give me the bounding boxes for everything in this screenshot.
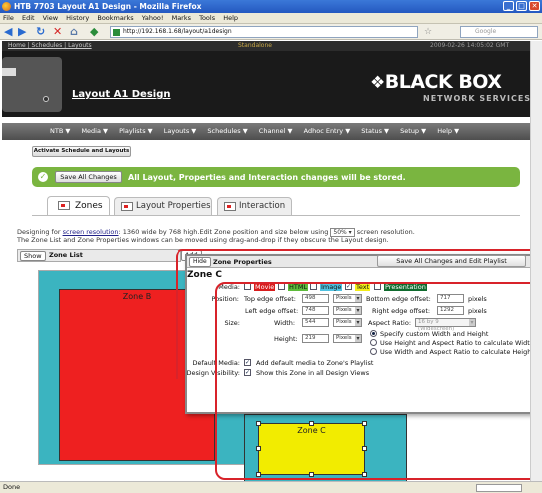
site-icon: ◆ (90, 25, 99, 38)
nav-help[interactable]: Help ▼ (437, 127, 459, 135)
window-titlebar: HTB 7703 Layout A1 Design - Mozilla Fire… (0, 0, 542, 13)
nav-schedules[interactable]: Schedules ▼ (207, 127, 247, 135)
logo-text: BLACK BOX (384, 71, 502, 93)
highlight-outline-main (215, 282, 541, 480)
show-button[interactable]: Show (20, 251, 46, 261)
favicon-icon (113, 29, 120, 36)
design-text-post: screen resolution. (354, 228, 415, 236)
tab-zones-label: Zones (75, 201, 103, 211)
home-icon[interactable]: ⌂ (70, 26, 78, 38)
window-title: HTB 7703 Layout A1 Design - Mozilla Fire… (14, 2, 202, 11)
tab-interaction-label: Interaction (239, 201, 286, 211)
menu-view[interactable]: View (43, 14, 58, 22)
menu-history[interactable]: History (66, 14, 89, 22)
brand-logo: ❖BLACK BOX (370, 71, 502, 93)
nav-status[interactable]: Status ▼ (361, 127, 389, 135)
forward-icon[interactable]: ▶ (18, 26, 26, 38)
reload-icon[interactable]: ↻ (36, 26, 45, 38)
nav-setup[interactable]: Setup ▼ (400, 127, 426, 135)
menu-bar: File Edit View History Bookmarks Yahoo! … (0, 13, 542, 24)
mode-label: Standalone (238, 42, 272, 49)
firefox-icon (2, 2, 11, 11)
close-button[interactable]: ✕ (529, 1, 540, 11)
resolution-link[interactable]: screen resolution (63, 228, 119, 236)
menu-marks[interactable]: Marks (172, 14, 191, 22)
menu-file[interactable]: File (3, 14, 14, 22)
stop-icon[interactable]: ✕ (53, 26, 62, 38)
main-nav: NTB ▼ Media ▼ Playlists ▼ Layouts ▼ Sche… (2, 123, 540, 140)
tab-layout-properties-label: Layout Properties (136, 201, 211, 211)
zone-list-panel[interactable]: Show Zone List (17, 249, 181, 262)
site-topline: Home | Schedules | Layouts Standalone 20… (2, 41, 540, 51)
design-text-pre: Designing for (17, 228, 63, 236)
search-input[interactable]: Google (460, 26, 538, 38)
timestamp: 2009-02-26 14:05:02 GMT (430, 42, 510, 49)
design-text-mid: : 1360 wide by 768 high.Edit Zone positi… (118, 228, 331, 236)
activate-button[interactable]: Activate Schedule and Layouts (32, 146, 131, 157)
device-graphic (2, 57, 62, 112)
menu-edit[interactable]: Edit (22, 14, 35, 22)
search-placeholder: Google (475, 28, 497, 35)
navigation-toolbar: ◀ ▶ ↻ ✕ ⌂ ◆ http://192.168.1.68/layout/a… (0, 24, 542, 40)
page-title[interactable]: Layout A1 Design (72, 89, 171, 100)
save-all-button[interactable]: Save All Changes (55, 171, 122, 183)
device-notch (2, 68, 16, 76)
scale-value: 50% (333, 229, 347, 236)
tab-interaction[interactable]: Interaction (217, 197, 292, 215)
nav-channel[interactable]: Channel ▼ (259, 127, 293, 135)
banner-message: All Layout, Properties and Interaction c… (128, 173, 406, 182)
address-bar[interactable]: http://192.168.1.68/layout/a1design (110, 26, 418, 38)
page-scrollbar[interactable] (530, 41, 542, 481)
logo-subtitle: NETWORK SERVICES (423, 94, 532, 103)
nav-ntb[interactable]: NTB ▼ (50, 127, 70, 135)
interaction-icon (224, 202, 236, 211)
nav-layouts[interactable]: Layouts ▼ (164, 127, 197, 135)
menu-tools[interactable]: Tools (199, 14, 215, 22)
menu-help[interactable]: Help (223, 14, 238, 22)
bookmark-star-icon[interactable]: ☆ (424, 26, 432, 38)
menu-yahoo[interactable]: Yahoo! (142, 14, 164, 22)
breadcrumb[interactable]: Home | Schedules | Layouts (8, 41, 92, 51)
zones-icon (58, 201, 70, 210)
back-icon[interactable]: ◀ (4, 26, 12, 38)
minimize-button[interactable]: _ (503, 1, 514, 11)
url-text: http://192.168.1.68/layout/a1design (123, 28, 232, 35)
maximize-button[interactable]: □ (516, 1, 527, 11)
tab-zones[interactable]: Zones (47, 196, 110, 215)
status-progress (476, 484, 522, 492)
status-text: Done (3, 483, 21, 491)
nav-adhoc[interactable]: Adhoc Entry ▼ (304, 127, 351, 135)
highlight-outline-left (176, 249, 236, 379)
menu-bookmarks[interactable]: Bookmarks (97, 14, 133, 22)
tab-divider (32, 215, 520, 216)
layout-properties-icon (121, 202, 133, 211)
device-button-icon (43, 96, 49, 102)
status-bar: Done (0, 481, 542, 493)
nav-playlists[interactable]: Playlists ▼ (119, 127, 153, 135)
design-info-line2: The Zone List and Zone Properties window… (17, 236, 389, 244)
check-icon: ✓ (38, 172, 48, 182)
tab-layout-properties[interactable]: Layout Properties (114, 197, 212, 215)
nav-media[interactable]: Media ▼ (81, 127, 108, 135)
zone-list-label: Zone List (49, 251, 83, 259)
